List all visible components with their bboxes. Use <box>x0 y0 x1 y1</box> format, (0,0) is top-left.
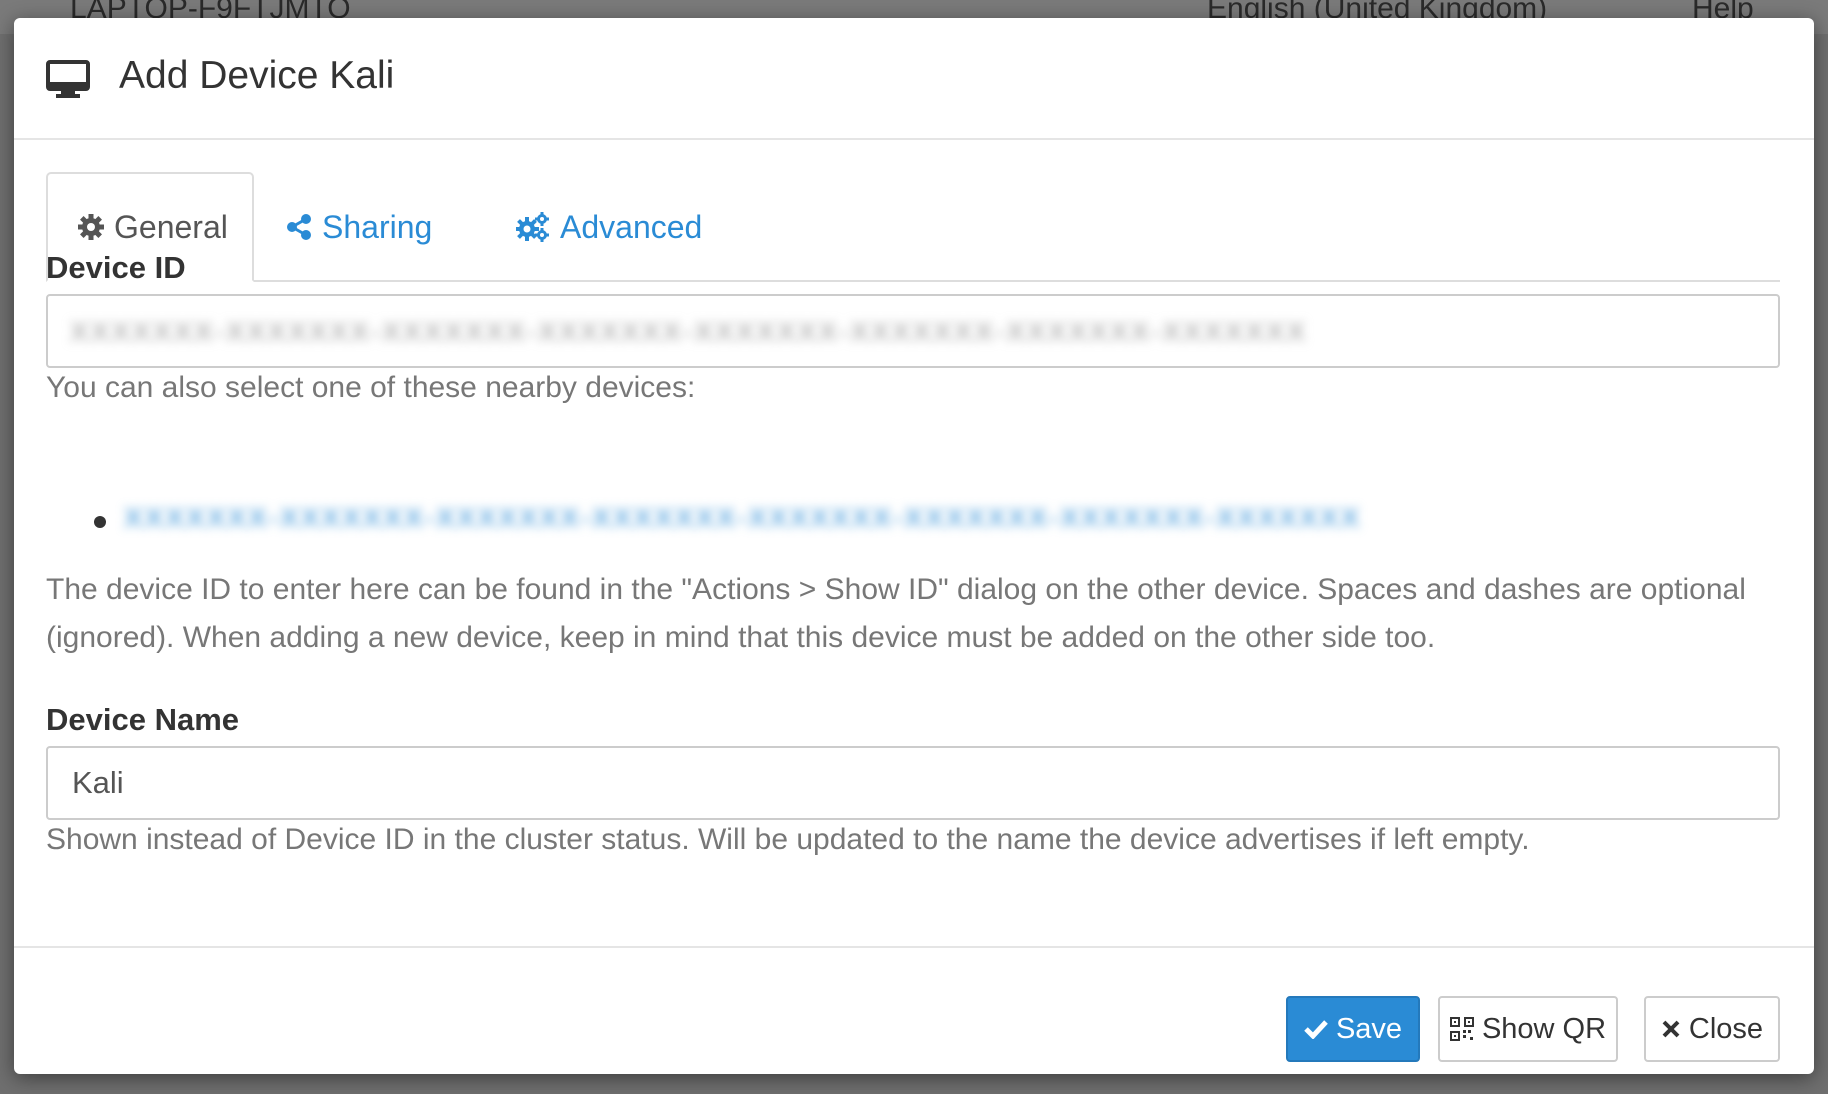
desktop-icon <box>46 60 90 98</box>
tab-sharing-label: Sharing <box>322 208 433 245</box>
nearby-device-link[interactable]: XXXXXXX-XXXXXXX-XXXXXXX-XXXXXXX-XXXXXXX-… <box>124 502 1361 534</box>
add-device-modal: Add Device Kali General Sharing Advanced… <box>14 18 1814 1074</box>
device-id-value: XXXXXXX-XXXXXXX-XXXXXXX-XXXXXXX-XXXXXXX-… <box>70 316 1308 347</box>
device-name-help-text: Shown instead of Device ID in the cluste… <box>46 823 1530 856</box>
gears-icon <box>516 212 549 242</box>
modal-header: Add Device Kali <box>14 18 1814 140</box>
tab-advanced[interactable]: Advanced <box>516 172 702 282</box>
close-button[interactable]: Close <box>1644 996 1780 1062</box>
gear-icon <box>78 214 104 240</box>
share-icon <box>287 214 311 240</box>
device-id-input[interactable]: XXXXXXX-XXXXXXX-XXXXXXX-XXXXXXX-XXXXXXX-… <box>46 294 1780 368</box>
save-button-label: Save <box>1335 1012 1403 1045</box>
close-button-label: Close <box>1688 1012 1764 1045</box>
modal-footer: Save Show QR Close <box>14 946 1814 1074</box>
save-button[interactable]: Save <box>1286 996 1420 1062</box>
check-icon <box>1304 1020 1328 1039</box>
nearby-devices-text: You can also select one of these nearby … <box>46 371 696 404</box>
close-icon <box>1662 1020 1680 1038</box>
list-bullet <box>94 516 106 528</box>
tab-advanced-label: Advanced <box>560 208 703 245</box>
device-id-label: Device ID <box>46 250 186 285</box>
modal-title: Add Device Kali <box>119 54 395 97</box>
tab-bar: General Sharing Advanced <box>46 172 1780 282</box>
device-id-help-text: The device ID to enter here can be found… <box>46 573 1746 654</box>
device-name-label: Device Name <box>46 702 240 737</box>
show-qr-button[interactable]: Show QR <box>1438 996 1618 1062</box>
tab-general-label: General <box>114 208 228 245</box>
tab-sharing[interactable]: Sharing <box>286 172 432 282</box>
show-qr-button-label: Show QR <box>1481 1012 1607 1045</box>
qrcode-icon <box>1449 1017 1474 1041</box>
device-name-input[interactable] <box>46 746 1780 820</box>
